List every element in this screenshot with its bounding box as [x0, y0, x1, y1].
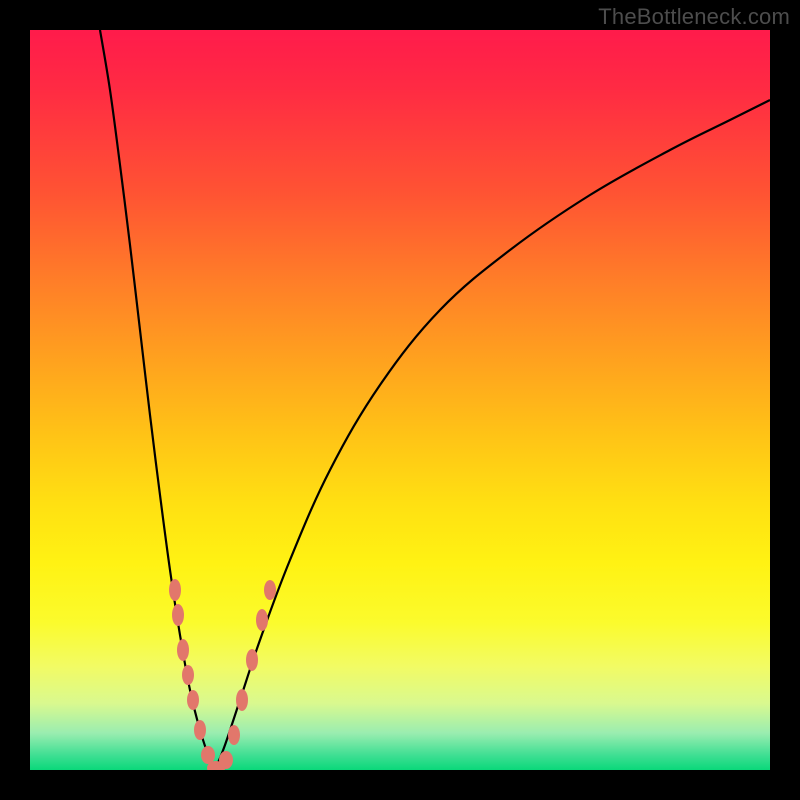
data-point: [201, 746, 215, 764]
data-point: [194, 720, 206, 740]
data-point: [219, 751, 233, 769]
data-point: [228, 725, 240, 745]
data-point: [236, 689, 248, 711]
data-point: [264, 580, 276, 600]
data-point: [172, 604, 184, 626]
data-point: [187, 690, 199, 710]
data-point: [256, 609, 268, 631]
data-point: [169, 579, 181, 601]
data-point: [177, 639, 189, 661]
data-point: [182, 665, 194, 685]
data-point: [246, 649, 258, 671]
chart-svg: [30, 30, 770, 770]
watermark-text: TheBottleneck.com: [598, 4, 790, 30]
plot-area: [30, 30, 770, 770]
curve-left: [100, 30, 215, 770]
curve-right: [215, 100, 770, 770]
chart-frame: TheBottleneck.com: [0, 0, 800, 800]
marker-layer: [169, 579, 276, 770]
